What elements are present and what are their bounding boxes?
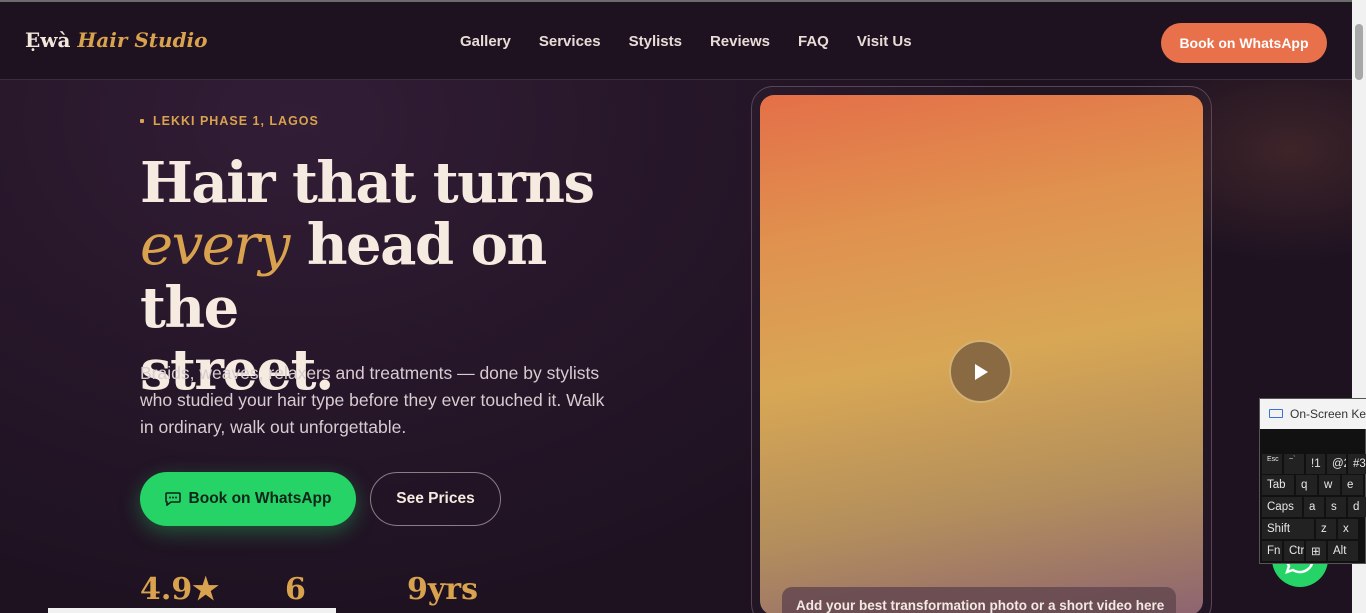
osk-key-caps[interactable]: Caps [1262, 497, 1302, 517]
brand-name-accent: Hair Studio [77, 28, 208, 52]
osk-row-numbers: Esc ~` !1 @2 #3 [1262, 454, 1366, 474]
headline-emphasis: every [140, 213, 290, 278]
osk-key-e[interactable]: e [1342, 475, 1363, 495]
osk-key-x[interactable]: x [1338, 519, 1358, 539]
see-prices-button[interactable]: See Prices [370, 472, 501, 526]
osk-row-shift: Shift z x [1262, 519, 1358, 539]
osk-key-ctrl[interactable]: Ctrl [1284, 541, 1304, 561]
chat-icon [164, 492, 181, 506]
book-on-whatsapp-button[interactable]: Book on WhatsApp [140, 472, 356, 526]
main-nav: Gallery Services Stylists Reviews FAQ Vi… [460, 33, 912, 50]
stat-years: 9yrs [407, 572, 479, 607]
osk-key-tilde[interactable]: ~` [1284, 454, 1304, 474]
location-eyebrow: LEKKI PHASE 1, LAGOS [140, 114, 319, 128]
top-navigation-bar: Ẹwà Hair Studio Gallery Services Stylist… [0, 0, 1352, 80]
scrollbar-thumb[interactable] [1355, 24, 1363, 80]
stat-rating: 4.9★ [140, 572, 220, 607]
media-caption: Add your best transformation photo or a … [782, 587, 1176, 613]
keyboard-icon [1269, 409, 1283, 418]
nav-link-services[interactable]: Services [539, 33, 601, 50]
osk-row-qwerty: Tab q w e [1262, 475, 1363, 495]
osk-key-q[interactable]: q [1296, 475, 1317, 495]
play-button[interactable] [949, 340, 1012, 403]
nav-link-reviews[interactable]: Reviews [710, 33, 770, 50]
osk-key-w[interactable]: w [1319, 475, 1340, 495]
osk-row-home: Caps a s d [1262, 497, 1366, 517]
eyebrow-dot-icon [140, 119, 144, 123]
osk-key-tab[interactable]: Tab [1262, 475, 1294, 495]
osk-key-windows-icon[interactable]: ⊞ [1306, 541, 1326, 561]
hero-description: Braids, weaves, relaxers and treatments … [140, 363, 605, 437]
location-label: LEKKI PHASE 1, LAGOS [153, 114, 319, 128]
nav-link-faq[interactable]: FAQ [798, 33, 829, 50]
on-screen-keyboard: On-Screen Keyboard Esc ~` !1 @2 #3 Tab q… [1259, 398, 1366, 564]
osk-key-s[interactable]: s [1326, 497, 1346, 517]
osk-key-a[interactable]: a [1304, 497, 1324, 517]
osk-key-alt[interactable]: Alt [1328, 541, 1358, 561]
taskbar-fragment [48, 608, 336, 613]
osk-row-modifiers: Fn Ctrl ⊞ Alt [1262, 541, 1358, 561]
stat-stylists: 6 [285, 572, 306, 607]
book-on-whatsapp-label: Book on WhatsApp [188, 490, 332, 507]
nav-link-stylists[interactable]: Stylists [629, 33, 682, 50]
book-on-whatsapp-header-button[interactable]: Book on WhatsApp [1161, 23, 1327, 63]
osk-title-bar[interactable]: On-Screen Keyboard [1260, 399, 1366, 429]
osk-key-z[interactable]: z [1316, 519, 1336, 539]
osk-key-esc[interactable]: Esc [1262, 454, 1282, 474]
osk-key-shift[interactable]: Shift [1262, 519, 1314, 539]
brand-logo[interactable]: Ẹwà Hair Studio [25, 28, 208, 52]
osk-title: On-Screen Keyboard [1290, 407, 1366, 421]
osk-key-2[interactable]: @2 [1327, 454, 1346, 474]
headline-line-1: Hair that turns [140, 150, 595, 216]
nav-link-gallery[interactable]: Gallery [460, 33, 511, 50]
play-icon [974, 363, 988, 380]
osk-key-1[interactable]: !1 [1306, 454, 1325, 474]
nav-link-visit-us[interactable]: Visit Us [857, 33, 912, 50]
brand-name: Ẹwà [25, 28, 71, 52]
osk-key-fn[interactable]: Fn [1262, 541, 1282, 561]
osk-key-d[interactable]: d [1348, 497, 1366, 517]
osk-key-3[interactable]: #3 [1348, 454, 1366, 474]
